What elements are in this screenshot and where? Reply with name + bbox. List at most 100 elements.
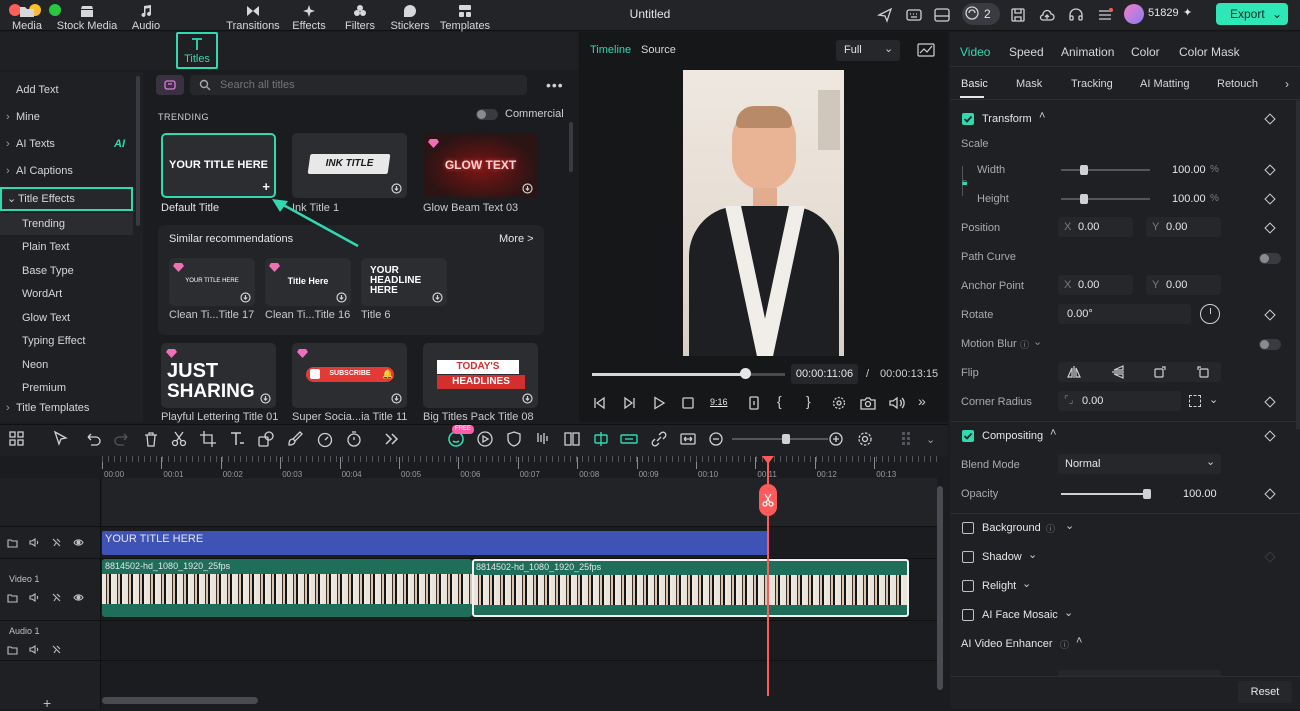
shield-icon[interactable] [505,430,523,448]
mark-in-icon[interactable]: { [777,393,782,409]
eye-icon[interactable] [73,592,84,603]
auto-reframe-icon[interactable] [476,430,494,448]
tab-media[interactable]: Media [6,4,48,36]
position-x-field[interactable]: X 0.00 [1058,217,1133,237]
face-mosaic-checkbox[interactable] [962,609,974,621]
shadow-checkbox[interactable] [962,551,974,563]
tab-transitions[interactable]: Transitions [225,4,281,36]
render-settings-icon[interactable] [832,396,846,410]
timeline-zoom-slider[interactable] [732,438,828,440]
more-link[interactable]: More > [499,233,534,245]
rotate-dial[interactable] [1200,304,1220,324]
scope-icon[interactable] [917,42,935,58]
tab-audio[interactable]: Audio [128,4,164,36]
search-input[interactable] [220,78,500,92]
corner-radius-field[interactable]: ⌜⌟ 0.00 [1058,391,1181,411]
headset-icon[interactable] [1067,6,1085,24]
play-icon[interactable] [652,396,666,410]
flip-horizontal-icon[interactable] [1067,365,1081,379]
subtab-mask[interactable]: Mask [1016,78,1042,90]
nav-title-effects[interactable]: ⌄ Title Effects [0,187,133,211]
nav-wordart[interactable]: WordArt [0,283,133,305]
timeline-horizontal-scrollbar[interactable] [102,697,258,704]
chevron-down-icon[interactable]: ⌄ [1272,3,1282,25]
download-icon[interactable] [391,393,402,404]
more-options-icon[interactable]: ••• [546,77,564,93]
download-icon[interactable] [522,393,533,404]
height-slider[interactable] [1061,198,1150,200]
opacity-value[interactable]: 100.00 [1183,488,1217,500]
zoom-in-icon[interactable] [827,430,845,448]
title-clip[interactable]: YOUR TITLE HERE [102,531,768,555]
download-icon[interactable] [260,393,271,404]
aspect-ratio-button[interactable]: 9:16 [710,397,728,407]
opacity-slider-knob[interactable] [1143,489,1151,499]
subtab-tracking[interactable]: Tracking [1071,78,1113,90]
title-card-headlines[interactable]: TODAY'S HEADLINES [423,343,538,408]
add-icon[interactable]: + [262,179,270,194]
title-card-playful[interactable]: JUST SHARING [161,343,276,408]
split-screen-icon[interactable] [563,430,581,448]
rotate-ccw-icon[interactable] [1196,365,1210,379]
lock-track-icon[interactable] [51,644,62,655]
download-icon[interactable] [522,183,533,194]
snapshot-frame-icon[interactable] [747,396,761,410]
filter-button[interactable] [156,75,184,95]
speaker-icon[interactable] [29,537,40,548]
chevron-down-icon[interactable]: ⌄ [1022,577,1031,590]
corner-mode-icon[interactable] [1189,395,1201,407]
opacity-slider[interactable] [1061,493,1150,495]
chevron-up-icon[interactable]: ˄ [1076,635,1082,647]
info-icon[interactable]: ⓘ [1020,338,1029,351]
video-clip[interactable]: 8814502-hd_1080_1920_25fps [102,559,472,617]
add-text-item[interactable]: Add Text [0,79,133,101]
width-slider-knob[interactable] [1080,165,1088,175]
layout-grid-icon[interactable] [8,430,26,448]
snap-icon[interactable] [592,430,610,448]
category-scrollbar[interactable] [136,76,140,226]
titles-scrollbar[interactable] [569,122,573,172]
nav-typing-effect[interactable]: Typing Effect [0,330,133,352]
tab-timeline[interactable]: Timeline [590,44,631,56]
nav-plain-text[interactable]: Plain Text [0,236,133,258]
nav-title-templates[interactable]: › Title Templates [0,397,133,419]
fit-timeline-icon[interactable] [679,430,697,448]
rotate-field[interactable]: 0.00° [1058,304,1191,324]
width-value[interactable]: 100.00 [1172,164,1206,176]
tab-source[interactable]: Source [641,44,676,56]
position-y-field[interactable]: Y 0.00 [1146,217,1221,237]
next-frame-icon[interactable] [623,396,637,410]
tab-filters[interactable]: Filters [342,4,378,36]
playback-progress[interactable] [592,373,746,376]
download-icon[interactable] [432,292,443,303]
playhead-handle[interactable] [759,484,777,516]
save-icon[interactable] [1009,6,1027,24]
rotate-cw-icon[interactable] [1153,365,1167,379]
lock-track-icon[interactable] [51,537,62,548]
subtab-retouch[interactable]: Retouch [1217,78,1258,90]
download-icon[interactable] [391,183,402,194]
tab-color-mask[interactable]: Color Mask [1179,45,1240,59]
tab-titles[interactable]: Titles [176,32,218,69]
width-slider[interactable] [1061,169,1150,171]
height-slider-knob[interactable] [1080,194,1088,204]
reset-button[interactable]: Reset [1238,681,1292,703]
crop-icon[interactable] [199,430,217,448]
path-curve-toggle[interactable] [1259,253,1281,264]
nav-ai-texts[interactable]: › AI Texts AI [0,133,133,155]
chevron-right-icon[interactable]: › [1285,77,1289,91]
cloud-icon[interactable] [1038,6,1056,24]
voice-icon[interactable] [534,430,552,448]
nav-premium[interactable]: Premium [0,377,133,399]
tab-animation[interactable]: Animation [1061,45,1114,59]
transform-checkbox[interactable] [962,113,974,125]
layout-icon[interactable] [933,6,951,24]
title-card-ink[interactable]: INK TITLE [292,133,407,198]
chevron-down-icon[interactable]: ⌄ [1209,393,1218,406]
chevron-down-icon[interactable]: ⌄ [1064,606,1073,619]
download-icon[interactable] [240,292,251,303]
title-card-default[interactable]: YOUR TITLE HERE + [161,133,276,198]
chevron-down-icon[interactable]: ⌄ [1028,548,1037,561]
tab-speed[interactable]: Speed [1009,45,1044,59]
tab-video[interactable]: Video [960,45,990,59]
